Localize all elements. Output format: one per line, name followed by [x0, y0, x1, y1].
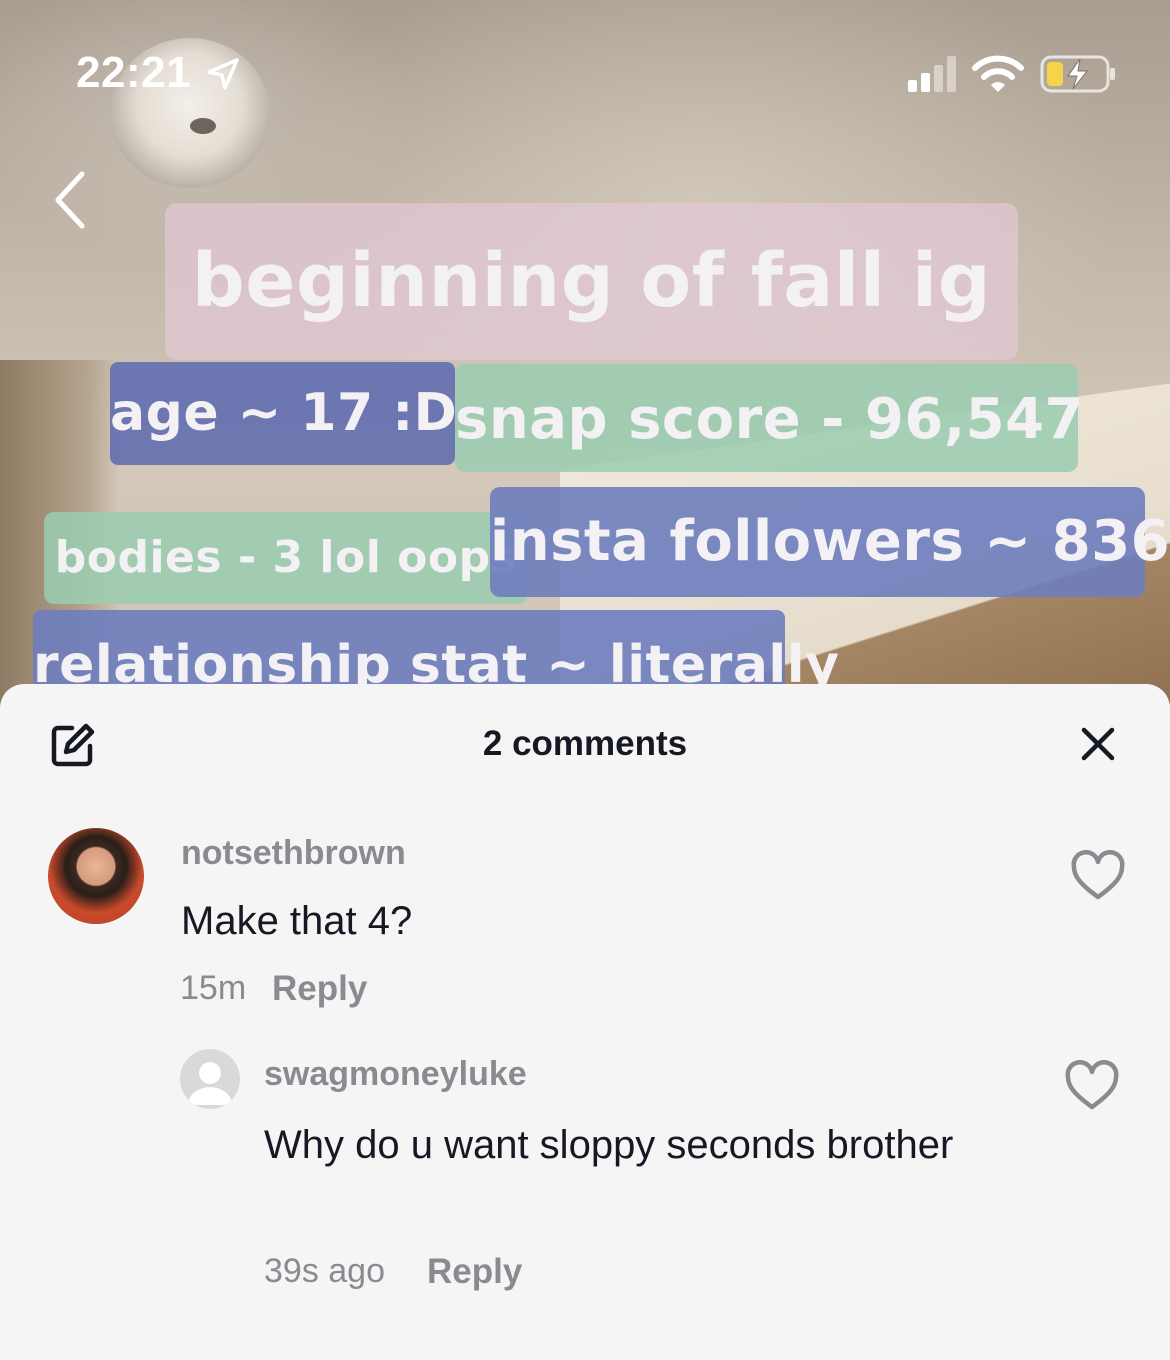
status-time: 22:21: [76, 48, 192, 97]
caption-insta-followers: insta followers ~ 836: [490, 487, 1170, 597]
close-icon[interactable]: [1078, 724, 1118, 764]
comment-timestamp: 15m: [180, 969, 247, 1007]
comment-text: Make that 4?: [181, 899, 413, 943]
caption-bodies: bodies - 3 lol oops: [44, 512, 528, 604]
status-bar: 22:21: [0, 0, 1170, 140]
reply-button[interactable]: Reply: [272, 969, 367, 1009]
person-icon: [188, 1062, 232, 1105]
reply-text: Why do u want sloppy seconds brother: [264, 1123, 954, 1167]
location-arrow-icon: [207, 58, 239, 90]
default-avatar[interactable]: [180, 1049, 240, 1109]
avatar[interactable]: [48, 828, 144, 924]
caption-age: age ~ 17 :D: [110, 362, 457, 465]
wifi-icon: [972, 55, 1024, 92]
cellular-signal-icon: [908, 56, 956, 92]
comments-sheet: 2 comments notsethbrown Make that 4? 15m…: [0, 684, 1170, 1360]
caption-snap-score: snap score - 96,547: [455, 364, 1084, 472]
reply-username[interactable]: swagmoneyluke: [264, 1055, 527, 1094]
heart-icon[interactable]: [1064, 1060, 1120, 1112]
reply-button[interactable]: Reply: [427, 1252, 522, 1292]
heart-icon[interactable]: [1070, 850, 1126, 902]
battery-charging-icon: [1040, 55, 1115, 93]
reply-timestamp: 39s ago: [264, 1252, 385, 1290]
comments-count-title: 2 comments: [482, 724, 688, 763]
comments-header: 2 comments: [0, 684, 1170, 804]
caption-title: beginning of fall ig: [165, 203, 1018, 360]
comment-username[interactable]: notsethbrown: [181, 834, 406, 873]
back-chevron-icon[interactable]: [48, 168, 96, 232]
